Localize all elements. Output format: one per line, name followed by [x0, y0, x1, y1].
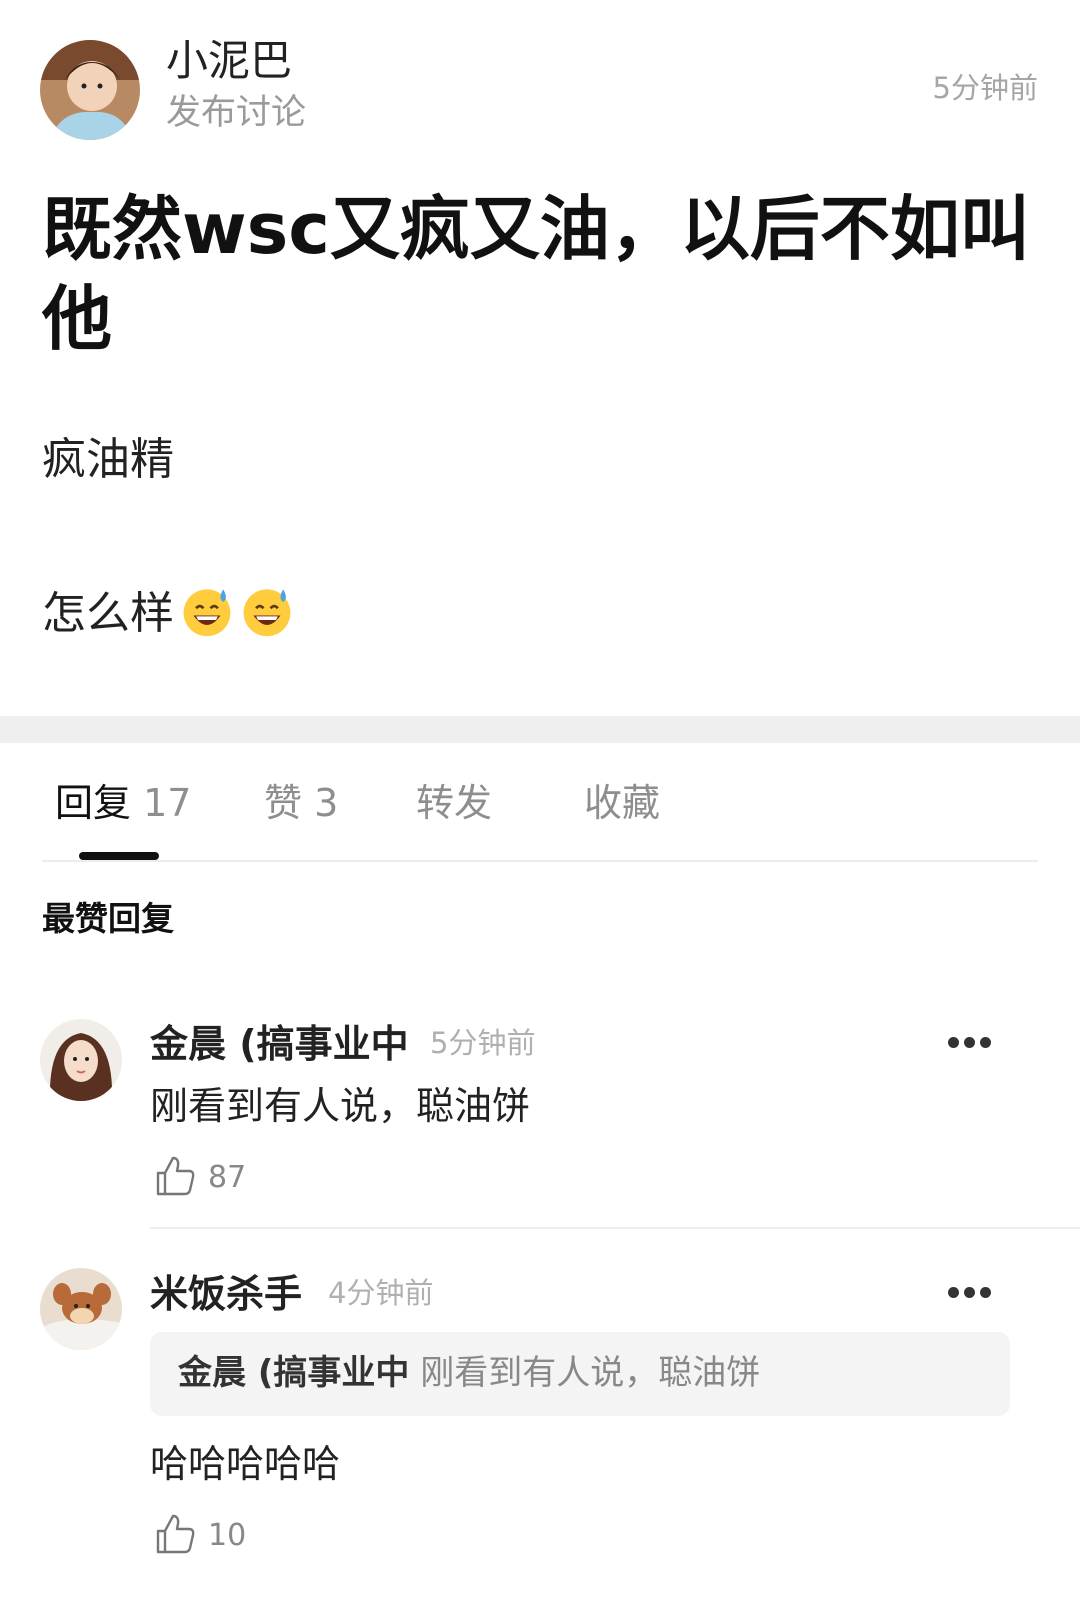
tab-favorite-label: 收藏	[584, 781, 661, 825]
like-count: 10	[208, 1518, 247, 1553]
like-count: 87	[208, 1160, 247, 1195]
post-title: 既然wsc又疯又油，以后不如叫他	[42, 188, 1030, 360]
post-author-name[interactable]: 小泥巴	[166, 40, 292, 82]
quoted-reply[interactable]: 金晨 (搞事业中 刚看到有人说，聪油饼	[150, 1332, 1010, 1416]
comment-timestamp: 5分钟前	[430, 1026, 536, 1060]
post-timestamp: 5分钟前	[932, 71, 1038, 105]
post-action-label: 发布讨论	[166, 93, 307, 133]
tabs-divider	[42, 860, 1038, 862]
thumbs-up-icon[interactable]	[154, 1155, 196, 1197]
quoted-text: 刚看到有人说，聪油饼	[420, 1353, 761, 1393]
section-separator	[0, 716, 1080, 743]
tab-replies-count: 17	[143, 781, 192, 825]
thumbs-up-icon[interactable]	[154, 1513, 196, 1555]
comment-timestamp: 4分钟前	[328, 1276, 434, 1310]
tab-favorite[interactable]: 收藏	[584, 784, 660, 822]
post-body-line-1: 疯油精	[42, 434, 174, 485]
more-options-icon[interactable]	[948, 1287, 992, 1299]
tab-likes[interactable]: 赞 3	[264, 784, 338, 822]
author-avatar[interactable]	[40, 40, 140, 140]
active-tab-indicator	[79, 852, 159, 860]
tab-replies[interactable]: 回复 17	[55, 784, 191, 822]
tab-likes-label: 赞	[264, 781, 303, 825]
comment-author-name[interactable]: 金晨 (搞事业中	[150, 1025, 409, 1063]
tab-likes-count: 3	[314, 781, 339, 825]
comment-avatar[interactable]	[40, 1268, 122, 1350]
post-body-line-2: 怎么样	[42, 584, 294, 638]
comment-avatar[interactable]	[40, 1019, 122, 1101]
comment-author-name[interactable]: 米饭杀手	[150, 1275, 302, 1313]
comment-divider	[150, 1227, 1080, 1229]
quoted-author: 金晨 (搞事业中	[178, 1353, 410, 1393]
comment-text: 哈哈哈哈哈	[150, 1442, 341, 1486]
grinning-sweat-emoji-icon	[183, 589, 231, 637]
tab-repost-label: 转发	[416, 781, 493, 825]
more-options-icon[interactable]	[948, 1037, 992, 1049]
post-body-text: 怎么样	[42, 588, 174, 639]
tab-replies-label: 回复	[55, 781, 132, 825]
tab-repost[interactable]: 转发	[416, 784, 492, 822]
top-replies-heading: 最赞回复	[42, 899, 174, 938]
comment-text: 刚看到有人说，聪油饼	[150, 1084, 531, 1128]
grinning-sweat-emoji-icon	[243, 589, 291, 637]
